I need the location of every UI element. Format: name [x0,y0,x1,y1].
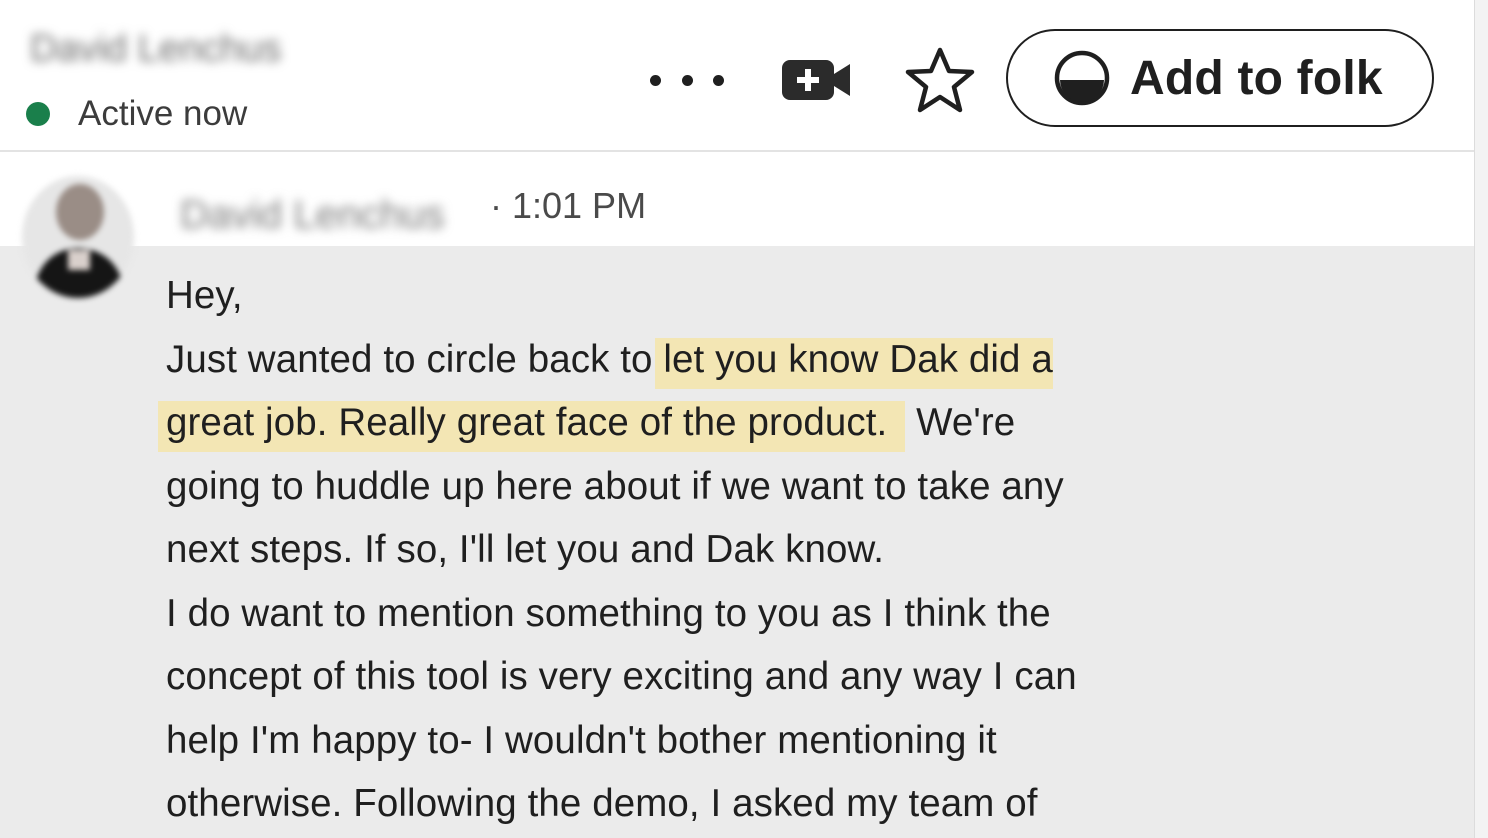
message-text: Hey, Just wanted to circle back to let y… [158,264,1286,836]
add-to-folk-label: Add to folk [1130,51,1383,105]
star-icon[interactable] [904,46,976,114]
scrollbar-track[interactable] [1474,0,1488,838]
message-line: great job. Really great face of the prod… [158,391,1286,455]
message-line: Just wanted to circle back to let you kn… [166,328,1286,392]
message-timestamp: · 1:01 PM [490,185,647,226]
presence-status: Active now [26,92,247,136]
add-to-folk-button[interactable]: Add to folk [1006,29,1434,127]
presence-status-text: Active now [78,94,248,133]
message-line: Hey, [166,274,243,317]
folk-logo-icon [1054,50,1110,106]
message-line: going to huddle up here about if we want… [166,464,1064,508]
video-call-icon[interactable] [780,56,852,104]
conversation-window: David Lenchus Active now Add to folk Dav… [0,0,1474,838]
sender-name[interactable]: David Lenchus [180,188,480,242]
more-options-icon[interactable] [650,58,724,102]
message-line: I do want to mention something to you as… [166,591,1051,635]
highlighted-text: great job. Really great face of the prod… [158,401,906,452]
avatar[interactable] [22,176,134,298]
message-line: otherwise. Following the demo, I asked m… [166,782,1038,825]
contact-name[interactable]: David Lenchus [30,28,350,70]
highlighted-text: let you know Dak did a [655,337,1053,389]
conversation-header: David Lenchus Active now Add to folk [0,0,1474,152]
message-line: concept of this tool is very exciting an… [166,655,1077,698]
online-status-dot [26,102,50,126]
message-line: help I'm happy to- I wouldn't bother men… [166,718,997,762]
message-line: next steps. If so, I'll let you and Dak … [166,528,885,571]
